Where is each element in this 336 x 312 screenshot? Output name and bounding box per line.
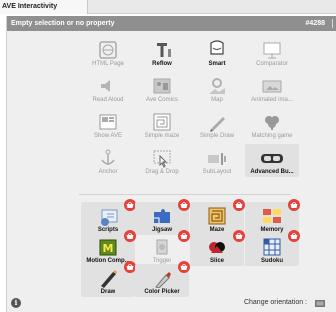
panel-header: Empty selection or no property #4288 (7, 16, 336, 31)
simple-draw-icon (203, 112, 231, 132)
draw-icon (94, 268, 122, 288)
interactivity-panel: Empty selection or no property #4288 HTM… (6, 16, 336, 312)
read-aloud-icon (94, 76, 122, 96)
tool-label: Simple Draw (199, 133, 234, 139)
premium-basket-icon (178, 199, 190, 211)
premium-basket-icon (178, 261, 190, 273)
memory-icon (258, 206, 286, 226)
tool-label: Reflow (152, 61, 172, 67)
object-id: #4288 (305, 20, 325, 27)
maze-icon (203, 206, 231, 226)
tool-tile-simple-maze[interactable]: Simple maze (135, 108, 189, 141)
tool-tile-draw[interactable]: Draw (81, 261, 136, 297)
jigsaw-icon (148, 206, 176, 226)
premium-basket-icon (288, 199, 300, 211)
tool-label: Anchor (98, 169, 118, 175)
tool-label: Matching game (251, 133, 293, 139)
map-icon (203, 76, 231, 96)
svg-text:M: M (103, 242, 114, 255)
tool-tile-reflow[interactable]: Reflow (135, 36, 189, 69)
panel-footer: i Change orientation : (7, 296, 336, 312)
tool-tile-ave-comics[interactable]: Ave Comics (135, 72, 189, 105)
tool-tile-color-picker[interactable]: Color Picker (135, 261, 190, 297)
tool-tile-advanced-button[interactable]: Advanced Bu... (245, 144, 299, 177)
tool-label: Comparator (256, 61, 288, 67)
color-picker-icon (148, 268, 176, 288)
premium-basket-icon (288, 230, 300, 242)
tool-tile-matching-game[interactable]: Matching game (245, 108, 299, 141)
slice-icon (203, 237, 231, 257)
tool-tile-simple-draw[interactable]: Simple Draw (190, 108, 244, 141)
header-separator (332, 19, 333, 28)
reflow-icon (148, 40, 176, 60)
sublayout-icon (203, 148, 231, 168)
selection-title: Empty selection or no property (11, 20, 115, 27)
tool-label: Sudoku (261, 258, 283, 264)
tool-tile-sublayout[interactable]: SubLayout (190, 144, 244, 177)
animated-image-icon (258, 76, 286, 96)
scripts-icon (94, 206, 122, 226)
premium-basket-icon (178, 230, 190, 242)
tool-tile-anchor[interactable]: Anchor (81, 144, 135, 177)
anchor-icon (94, 148, 122, 168)
tool-tile-slice[interactable]: Slice (190, 230, 245, 266)
sudoku-icon (258, 237, 286, 257)
tool-tile-sudoku[interactable]: Sudoku (245, 230, 300, 266)
comparator-icon (258, 40, 286, 60)
simple-maze-icon (148, 112, 176, 132)
trigger-icon (148, 237, 176, 257)
orientation-icon[interactable] (315, 300, 325, 307)
tool-label: HTML Page (92, 61, 124, 67)
tool-label: Simple maze (144, 133, 180, 139)
tab-bar: AVE Interactivity (0, 0, 336, 14)
tool-label: Drag & Drop (145, 169, 179, 175)
tool-tile-smart[interactable]: Smart (190, 36, 244, 69)
premium-basket-icon (233, 230, 245, 242)
tool-label: Map (211, 97, 223, 103)
tool-tile-html-page[interactable]: HTML Page (81, 36, 135, 69)
tool-tile-read-aloud[interactable]: Read Aloud (81, 72, 135, 105)
change-orientation-label: Change orientation : (243, 299, 307, 306)
html-page-icon (94, 40, 122, 60)
tool-tile-drag-drop[interactable]: Drag & Drop (135, 144, 189, 177)
info-icon[interactable]: i (11, 298, 21, 308)
tool-tile-show-ave[interactable]: Show AVE (81, 108, 135, 141)
premium-basket-icon (233, 199, 245, 211)
tool-label: Smart (208, 61, 226, 67)
section-divider (79, 194, 291, 195)
tab-ave-interactivity[interactable]: AVE Interactivity (0, 0, 88, 14)
tool-label: Read Aloud (92, 97, 124, 103)
smart-icon (203, 40, 231, 60)
tool-label: Ave Comics (146, 97, 178, 103)
ave-comics-icon (148, 76, 176, 96)
drag-drop-icon (148, 148, 176, 168)
tool-label: Animated ima... (251, 97, 293, 103)
advanced-button-icon (258, 148, 286, 168)
motion-comp-icon: M (94, 237, 122, 257)
show-ave-icon (94, 112, 122, 132)
tool-label: Advanced Bu... (250, 169, 294, 175)
tool-tile-map[interactable]: Map (190, 72, 244, 105)
tab-label: AVE Interactivity (2, 3, 58, 10)
tool-label: SubLayout (202, 169, 232, 175)
tool-label: Slice (209, 258, 224, 264)
matching-game-icon (258, 112, 286, 132)
tool-label: Show AVE (94, 133, 122, 139)
tool-tile-animated-image[interactable]: Animated ima... (245, 72, 299, 105)
tool-tile-comparator[interactable]: Comparator (245, 36, 299, 69)
